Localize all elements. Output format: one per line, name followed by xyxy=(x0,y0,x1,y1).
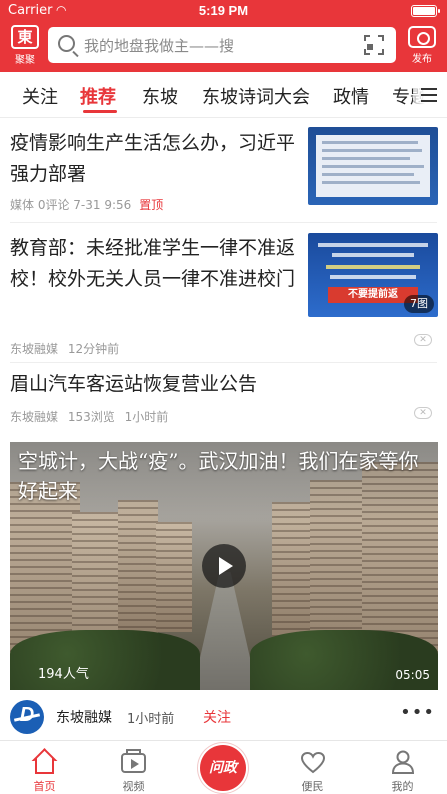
bottom-nav: 首页 视频 问政 便民 我的 xyxy=(0,740,447,794)
news-thumbnail: 不要提前返 7图 xyxy=(308,233,438,317)
divider xyxy=(10,362,437,363)
user-icon xyxy=(390,749,416,775)
search-placeholder: 我的地盘我做主——搜 xyxy=(84,37,235,55)
author-name[interactable]: 东坡融媒 xyxy=(56,707,112,727)
tab-dongpo[interactable]: 东坡 xyxy=(142,83,178,109)
post-time: 1小时前 xyxy=(127,712,175,727)
heart-icon xyxy=(300,751,326,775)
news-title: 疫情影响生产生活怎么办，习近平强力部署 xyxy=(10,132,296,185)
divider xyxy=(10,222,437,223)
logo-label: 聚聚 xyxy=(15,55,35,66)
pinned-badge: 置顶 xyxy=(139,198,164,212)
nav-home[interactable]: 首页 xyxy=(0,741,89,794)
news-meta: 东坡融媒 12分钟前 xyxy=(10,340,119,357)
news-source: 东坡融媒 xyxy=(10,410,59,424)
status-bar: Carrier ◠ 5:19 PM xyxy=(0,0,447,22)
tab-follow[interactable]: 关注 xyxy=(22,83,58,109)
news-title: 教育部：未经批准学生一律不准返校！校外无关人员一律不准进校门 xyxy=(10,237,296,290)
news-title: 眉山汽车客运站恢复营业公告 xyxy=(10,373,258,395)
wenzheng-badge: 问政 xyxy=(200,745,246,791)
video-popularity: 194人气 xyxy=(38,667,89,682)
more-icon[interactable]: ••• xyxy=(400,702,435,723)
logo-mark: 東 xyxy=(11,25,39,49)
nav-label: 视频 xyxy=(122,780,145,793)
news-views: 153浏览 xyxy=(67,410,115,424)
news-time: 1小时前 xyxy=(124,410,169,424)
tab-politics[interactable]: 政情 xyxy=(333,83,369,109)
active-tab-indicator xyxy=(83,110,117,113)
video-icon xyxy=(121,749,146,773)
camera-icon xyxy=(408,26,436,48)
video-title: 空城计，大战“疫”。武汉加油！我们在家等你好起来 xyxy=(18,449,419,503)
news-meta: 东坡融媒 153浏览 1小时前 xyxy=(10,408,168,425)
avatar[interactable] xyxy=(10,700,44,734)
scan-icon[interactable] xyxy=(364,35,384,55)
nav-wenzheng[interactable]: 问政 xyxy=(179,741,268,794)
publish-label: 发布 xyxy=(412,54,432,65)
dismiss-icon[interactable]: ✕ xyxy=(414,334,432,346)
nav-video[interactable]: 视频 xyxy=(89,741,178,794)
publish-button[interactable]: 发布 xyxy=(407,26,437,65)
video-duration: 05:05 xyxy=(395,668,430,682)
nav-profile[interactable]: 我的 xyxy=(358,741,447,794)
app-logo[interactable]: 東 聚聚 xyxy=(10,25,40,66)
news-meta-text: 媒体 0评论 7-31 9:56 xyxy=(10,198,132,212)
news-meta: 媒体 0评论 7-31 9:56 置顶 xyxy=(10,196,163,213)
nav-label: 便民 xyxy=(301,780,324,793)
tab-menu-icon[interactable] xyxy=(413,72,447,117)
battery-icon xyxy=(411,5,440,17)
tab-poetry-conference[interactable]: 东坡诗词大会 xyxy=(202,83,310,109)
nav-label: 首页 xyxy=(33,780,56,793)
clock: 5:19 PM xyxy=(198,3,249,18)
news-thumbnail xyxy=(308,127,438,205)
category-tabs: 关注 推荐 东坡 东坡诗词大会 政情 专题 xyxy=(0,72,447,118)
video-author-row: 东坡融媒 1小时前 关注 ••• xyxy=(0,698,447,736)
nav-services[interactable]: 便民 xyxy=(268,741,357,794)
news-source: 东坡融媒 xyxy=(10,342,59,356)
video-card[interactable]: 空城计，大战“疫”。武汉加油！我们在家等你好起来 194人气 05:05 xyxy=(10,442,438,690)
follow-button[interactable]: 关注 xyxy=(203,707,231,727)
dismiss-icon[interactable]: ✕ xyxy=(414,407,432,419)
image-count-badge: 7图 xyxy=(404,295,434,313)
app-header: Carrier ◠ 5:19 PM 東 聚聚 我的地盘我做主——搜 发布 xyxy=(0,0,447,72)
search-input[interactable]: 我的地盘我做主——搜 xyxy=(48,27,396,63)
news-time: 12分钟前 xyxy=(67,342,120,356)
play-button[interactable] xyxy=(202,544,246,588)
tab-recommend[interactable]: 推荐 xyxy=(80,83,116,109)
search-icon xyxy=(58,35,75,52)
nav-label: 我的 xyxy=(391,780,414,793)
